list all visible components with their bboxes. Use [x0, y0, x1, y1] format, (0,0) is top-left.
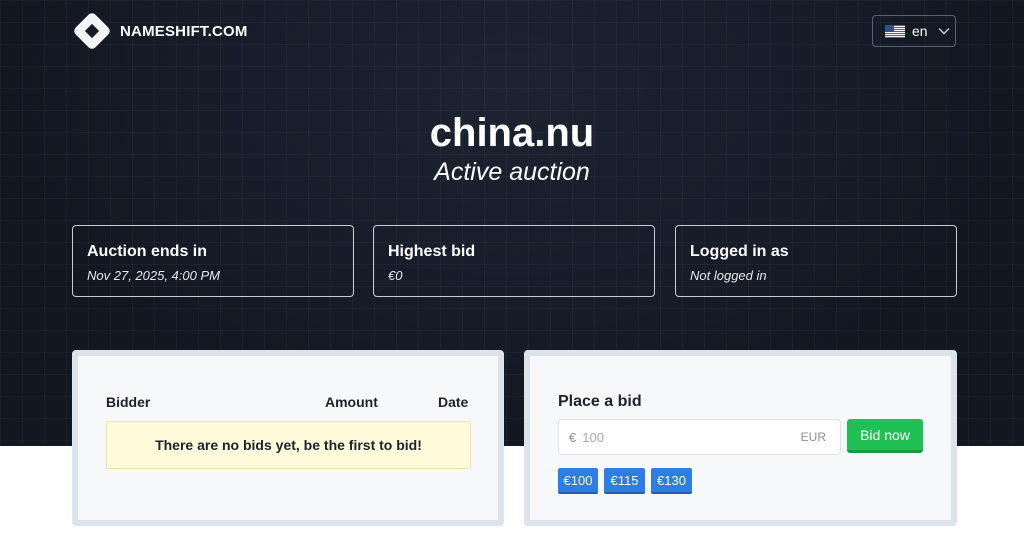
column-header-date: Date: [438, 394, 469, 410]
auction-status: Active auction: [434, 158, 590, 186]
card-value: Not logged in: [690, 268, 767, 283]
place-bid-panel: Place a bid € EUR Bid now €100 €115 €130: [524, 350, 957, 526]
column-header-amount: Amount: [325, 394, 378, 410]
logged-in-card: Logged in as Not logged in: [675, 225, 957, 297]
currency-unit: EUR: [800, 430, 826, 444]
language-label: en: [912, 23, 928, 39]
bid-amount-input[interactable]: [582, 429, 801, 445]
bids-panel: Bidder Amount Date There are no bids yet…: [72, 350, 504, 526]
quick-bid-115-button[interactable]: €115: [604, 468, 645, 494]
brand-name: NAMESHIFT.COM: [120, 22, 248, 40]
quick-bid-100-button[interactable]: €100: [558, 468, 598, 494]
chevron-down-icon: [938, 28, 950, 35]
highest-bid-card: Highest bid €0: [373, 225, 655, 297]
quick-bid-130-button[interactable]: €130: [651, 468, 692, 494]
bid-amount-field[interactable]: € EUR: [558, 419, 841, 455]
brand-logo-link[interactable]: NAMESHIFT.COM: [72, 11, 248, 51]
title-block: china.nu Active auction: [0, 110, 1024, 188]
bid-now-button[interactable]: Bid now: [847, 419, 923, 453]
card-label: Logged in as: [690, 243, 789, 260]
card-value: Nov 27, 2025, 4:00 PM: [87, 268, 220, 283]
currency-symbol: €: [569, 429, 577, 445]
logo-icon: [72, 11, 112, 51]
place-bid-title: Place a bid: [558, 393, 642, 410]
auction-ends-card: Auction ends in Nov 27, 2025, 4:00 PM: [72, 225, 354, 297]
us-flag-icon: [885, 24, 905, 38]
card-value: €0: [388, 268, 403, 283]
card-label: Highest bid: [388, 243, 476, 260]
no-bids-notice: There are no bids yet, be the first to b…: [106, 421, 471, 469]
card-label: Auction ends in: [87, 243, 207, 260]
page-title: china.nu: [429, 111, 595, 155]
column-header-bidder: Bidder: [106, 394, 151, 410]
language-selector[interactable]: en: [872, 15, 956, 47]
